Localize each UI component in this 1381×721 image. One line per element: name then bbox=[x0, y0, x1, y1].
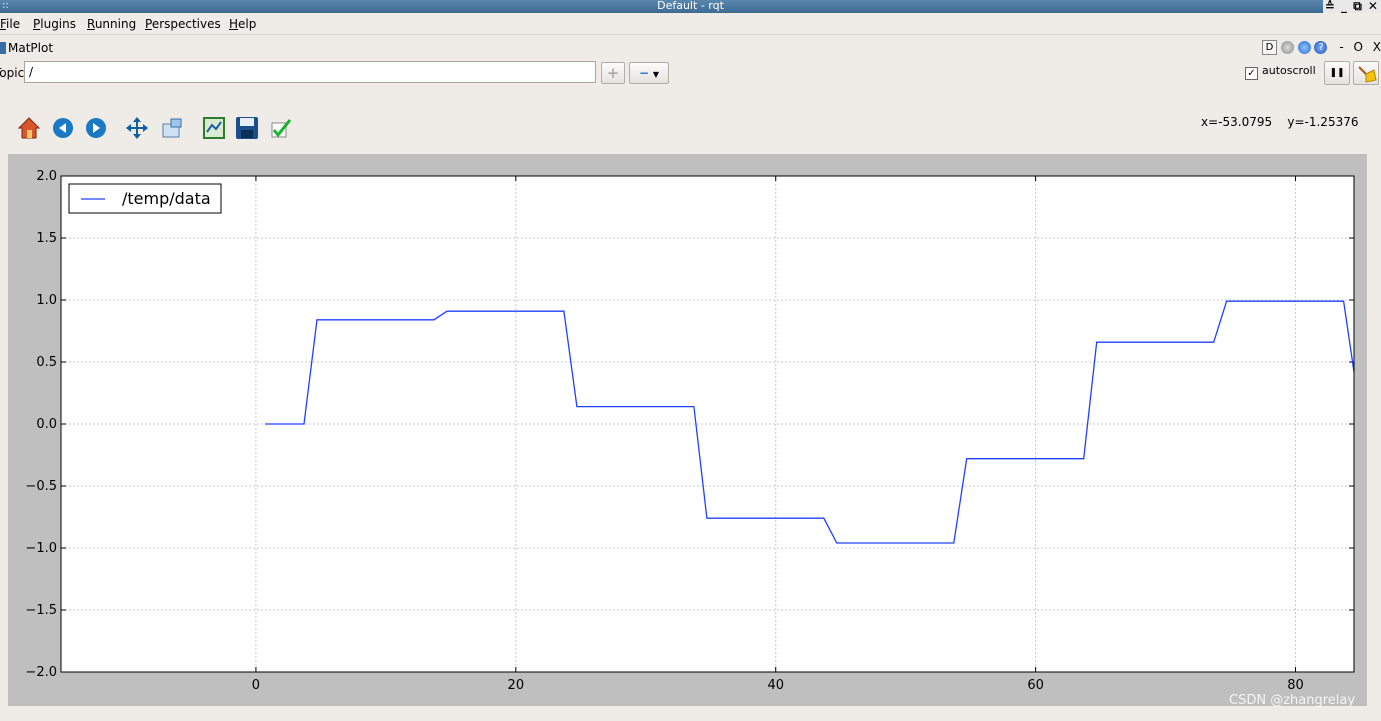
add-topic-button[interactable]: + bbox=[601, 62, 625, 84]
plugin-controls: D ? - O X bbox=[1262, 40, 1381, 56]
window-title: Default - rqt bbox=[657, 0, 724, 12]
window-controls[interactable]: ≙ _ ⧉ ✕ bbox=[1322, 0, 1381, 13]
x-tick-label: 60 bbox=[1027, 678, 1044, 693]
plugin-icon bbox=[0, 42, 6, 54]
forward-icon[interactable] bbox=[83, 115, 109, 141]
float-plugin-button[interactable]: O bbox=[1353, 40, 1362, 54]
reload-icon[interactable] bbox=[1297, 41, 1311, 54]
subplots-icon[interactable] bbox=[201, 115, 227, 141]
y-tick-label: 1.5 bbox=[36, 231, 57, 246]
y-tick-label: −1.0 bbox=[25, 541, 57, 556]
legend-label: /temp/data bbox=[122, 189, 211, 208]
autoscroll-checkbox[interactable]: ✓ autoscroll bbox=[1245, 64, 1316, 80]
x-tick-label: 80 bbox=[1287, 678, 1304, 693]
x-tick-label: 40 bbox=[767, 678, 784, 693]
cursor-coordinates: x=-53.0795 y=-1.25376 bbox=[1201, 115, 1358, 129]
topic-label: Topic bbox=[0, 66, 25, 80]
menu-perspectives[interactable]: Perspectives bbox=[145, 17, 221, 31]
clear-button[interactable] bbox=[1353, 61, 1379, 85]
system-menu-icon[interactable]: :: bbox=[2, 0, 9, 12]
close-plugin-button[interactable]: X bbox=[1373, 40, 1381, 54]
y-tick-label: 2.0 bbox=[36, 169, 57, 184]
window-title-bar: :: Default - rqt ≙ _ ⧉ ✕ bbox=[0, 0, 1381, 13]
menu-running[interactable]: Running bbox=[87, 17, 136, 31]
checkbox-check-icon: ✓ bbox=[1245, 67, 1258, 80]
plot-canvas[interactable]: 2.0 1.5 1.0 0.5 0.0 −0.5 −1.0 −1.5 −2.0 0 20 40 60 80… bbox=[8, 154, 1367, 706]
line-chart[interactable]: 2.0 1.5 1.0 0.5 0.0 −0.5 −1.0 −1.5 −2.0 0 20 40 60 80… bbox=[8, 154, 1367, 706]
gear-icon[interactable] bbox=[1280, 41, 1294, 54]
y-tick-label: −2.0 bbox=[25, 665, 57, 680]
back-icon[interactable] bbox=[50, 115, 76, 141]
zoom-icon[interactable] bbox=[159, 115, 185, 141]
home-icon[interactable] bbox=[16, 115, 42, 141]
minimize-plugin-button[interactable]: - bbox=[1339, 40, 1343, 54]
y-tick-label: 1.0 bbox=[36, 293, 57, 308]
edit-icon[interactable] bbox=[268, 115, 294, 141]
topic-input[interactable] bbox=[24, 61, 596, 83]
remove-icon: − bbox=[638, 66, 650, 80]
plugin-title: MatPlot bbox=[0, 41, 53, 55]
plugin-title-label: MatPlot bbox=[8, 41, 54, 55]
help-box-button[interactable]: D bbox=[1262, 40, 1277, 55]
menu-plugins[interactable]: Plugins bbox=[33, 17, 76, 31]
pan-icon[interactable] bbox=[124, 115, 150, 141]
menu-help[interactable]: Help bbox=[229, 17, 256, 31]
y-tick-label: 0.5 bbox=[36, 355, 57, 370]
chevron-down-icon: ▼ bbox=[652, 70, 660, 79]
menu-file[interactable]: File bbox=[0, 17, 20, 31]
remove-topic-button[interactable]: − ▼ bbox=[629, 62, 669, 84]
pause-button[interactable]: ❚❚ bbox=[1324, 61, 1350, 85]
x-tick-label: 20 bbox=[508, 678, 525, 693]
cursor-x: x=-53.0795 bbox=[1201, 115, 1273, 129]
x-tick-label: 0 bbox=[252, 678, 260, 693]
y-tick-label: 0.0 bbox=[36, 417, 57, 432]
save-icon[interactable] bbox=[234, 115, 260, 141]
y-tick-label: −1.5 bbox=[25, 603, 57, 618]
broom-icon bbox=[1358, 66, 1377, 83]
menu-bar: File Plugins Running Perspectives Help bbox=[0, 14, 1381, 35]
autoscroll-label: autoscroll bbox=[1262, 64, 1316, 77]
y-tick-label: −0.5 bbox=[25, 479, 57, 494]
cursor-y: y=-1.25376 bbox=[1287, 115, 1359, 129]
help-icon[interactable]: ? bbox=[1314, 41, 1328, 54]
watermark: CSDN @zhangrelay bbox=[1229, 693, 1356, 708]
